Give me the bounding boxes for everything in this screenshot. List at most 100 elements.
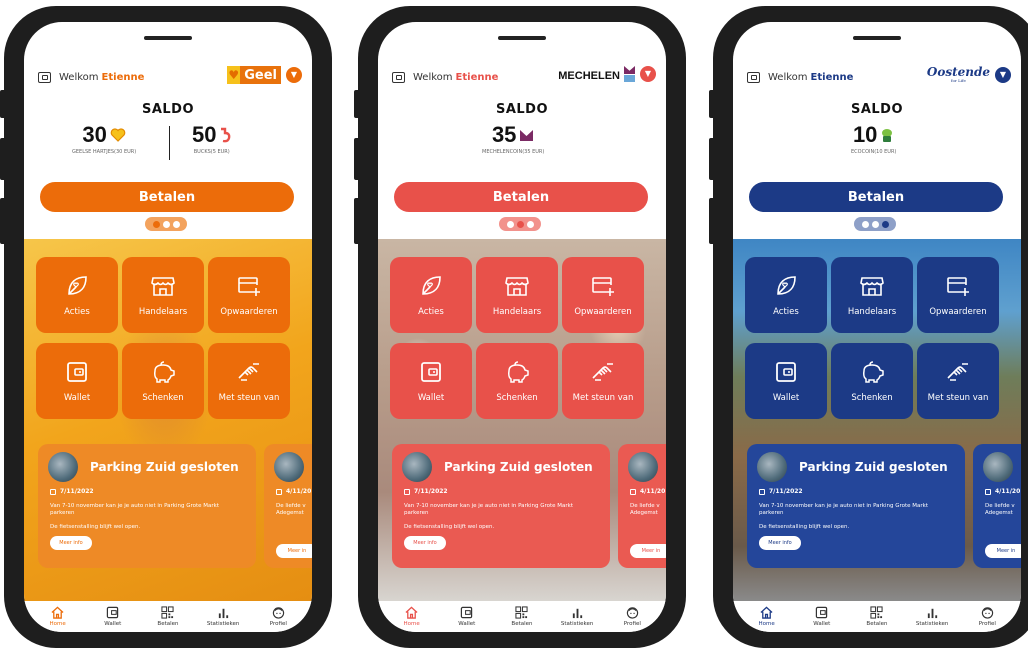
tab-betalen[interactable]: Betalen [853, 606, 901, 627]
user-name: Etienne [810, 72, 854, 83]
tab-statistieken[interactable]: Statistieken [199, 606, 247, 627]
pay-button[interactable]: Betalen [394, 182, 648, 212]
chevron-down-icon[interactable]: ▼ [995, 66, 1011, 83]
eco-coin-icon [882, 129, 893, 142]
more-info-button[interactable]: Meer in [630, 543, 666, 558]
page-indicator[interactable] [145, 217, 187, 231]
tile-wallet[interactable]: Wallet [390, 343, 472, 419]
handshake-icon [238, 363, 259, 381]
balance-mechelencoin: 35 MECHELENCOIN(35 EUR) [482, 122, 545, 155]
page-indicator[interactable] [854, 217, 896, 231]
news-date: 7/11/2022 [404, 488, 610, 495]
tile-handelaars[interactable]: Handelaars [122, 257, 204, 333]
page-indicator[interactable] [499, 217, 541, 231]
news-card-next[interactable]: 4/11/20 De liefde v Adegemst Meer in [264, 444, 312, 568]
user-name: Etienne [455, 72, 499, 83]
more-info-button[interactable]: Meer in [276, 543, 312, 558]
piggy-bank-icon [154, 361, 175, 383]
news-card[interactable]: Parking Zuid gesloten 7/11/2022 Van 7-10… [747, 444, 965, 568]
piggy-bank-icon [863, 361, 884, 383]
tab-statistieken[interactable]: Statistieken [553, 606, 601, 627]
tab-home[interactable]: Home [34, 606, 82, 627]
welcome-text: Welkom Etienne [392, 72, 498, 83]
news-card-next[interactable]: 4/11/20 De liefde v Adegemst Meer in [973, 444, 1021, 568]
piggy-bank-icon [508, 361, 529, 383]
news-date: 4/11/20 [276, 488, 312, 495]
handshake-icon [592, 363, 613, 381]
tile-acties[interactable]: Acties [745, 257, 827, 333]
heart-icon [110, 128, 126, 142]
tab-wallet[interactable]: Wallet [798, 606, 846, 627]
city-logo: Oostende for Life [926, 65, 990, 83]
tab-profiel[interactable]: Profiel [963, 606, 1011, 627]
tile-opwaarderen[interactable]: Opwaarderen [917, 257, 999, 333]
phone-geel: Welkom Etienne ♥ Geel ▼ SALDO 30 GEELSE … [0, 6, 332, 648]
tile-acties[interactable]: Acties [36, 257, 118, 333]
phone-mechelen: Welkom Etienne MECHELEN ▼ SALDO 35 MECHE… [354, 6, 686, 648]
tab-wallet[interactable]: Wallet [443, 606, 491, 627]
tab-wallet[interactable]: Wallet [89, 606, 137, 627]
tile-schenken[interactable]: Schenken [122, 343, 204, 419]
profile-face-icon [981, 607, 994, 619]
tile-met-steun-van[interactable]: Met steun van [562, 343, 644, 419]
news-body: Van 7-10 november kan je je auto niet in… [404, 503, 574, 517]
news-card[interactable]: Parking Zuid gesloten 7/11/2022 Van 7-10… [392, 444, 610, 568]
more-info-button[interactable]: Meer in [985, 543, 1021, 558]
bar-chart-icon [927, 608, 937, 619]
tile-schenken[interactable]: Schenken [831, 343, 913, 419]
news-date: 4/11/20 [985, 488, 1021, 495]
leaf-heart-icon [68, 276, 87, 295]
pay-button[interactable]: Betalen [749, 182, 1003, 212]
news-thumbnail [983, 452, 1013, 482]
handshake-icon [947, 363, 968, 381]
tile-met-steun-van[interactable]: Met steun van [208, 343, 290, 419]
tile-handelaars[interactable]: Handelaars [831, 257, 913, 333]
tab-betalen[interactable]: Betalen [144, 606, 192, 627]
more-info-button[interactable]: Meer info [759, 535, 801, 550]
tab-profiel[interactable]: Profiel [608, 606, 656, 627]
leaf-heart-icon [422, 276, 441, 295]
tile-opwaarderen[interactable]: Opwaarderen [208, 257, 290, 333]
qr-code-icon [161, 606, 175, 619]
tile-wallet[interactable]: Wallet [745, 343, 827, 419]
tab-betalen[interactable]: Betalen [498, 606, 546, 627]
news-body-2: De fietsenstalling blijft wel open. [404, 523, 495, 530]
city-selector[interactable]: ♥ Geel ▼ [227, 66, 302, 84]
tile-schenken[interactable]: Schenken [476, 343, 558, 419]
buck-icon [221, 127, 231, 143]
tile-opwaarderen[interactable]: Opwaarderen [562, 257, 644, 333]
m-coin-icon [520, 129, 534, 141]
city-selector[interactable]: MECHELEN ▼ [558, 66, 656, 82]
chevron-down-icon[interactable]: ▼ [286, 67, 302, 83]
welcome-text: Welkom Etienne [747, 72, 853, 83]
wallet-icon [816, 606, 828, 619]
account-card-icon [392, 72, 405, 83]
tab-statistieken[interactable]: Statistieken [908, 606, 956, 627]
app-screen: Welkom Etienne ♥ Geel ▼ SALDO 30 GEELSE … [24, 22, 312, 632]
pay-button[interactable]: Betalen [40, 182, 294, 212]
tab-home[interactable]: Home [743, 606, 791, 627]
welcome-text: Welkom Etienne [38, 72, 144, 83]
store-icon [151, 277, 175, 296]
city-selector[interactable]: Oostende for Life ▼ [927, 66, 1011, 83]
tile-acties[interactable]: Acties [390, 257, 472, 333]
tile-wallet[interactable]: Wallet [36, 343, 118, 419]
more-info-button[interactable]: Meer info [50, 535, 92, 550]
news-body-2: De fietsenstalling blijft wel open. [50, 523, 141, 530]
leaf-heart-icon [777, 276, 796, 295]
qr-code-icon [870, 606, 884, 619]
tile-handelaars[interactable]: Handelaars [476, 257, 558, 333]
calendar-icon [759, 488, 765, 495]
news-body: Van 7-10 november kan je je auto niet in… [759, 503, 929, 517]
card-plus-icon [947, 277, 969, 296]
more-info-button[interactable]: Meer info [404, 535, 446, 550]
tab-profiel[interactable]: Profiel [254, 606, 302, 627]
news-card-next[interactable]: 4/11/20 De liefde v Adegemst Meer in [618, 444, 666, 568]
balance-ecocoin: 10 ECOCOIN(10 EUR) [851, 122, 897, 155]
tab-home[interactable]: Home [388, 606, 436, 627]
balance-divider [169, 126, 171, 160]
balance-bucks: 50 BUCKS(5 EUR) [192, 122, 231, 155]
news-card[interactable]: Parking Zuid gesloten 7/11/2022 Van 7-10… [38, 444, 256, 568]
tile-met-steun-van[interactable]: Met steun van [917, 343, 999, 419]
chevron-down-icon[interactable]: ▼ [640, 66, 656, 82]
